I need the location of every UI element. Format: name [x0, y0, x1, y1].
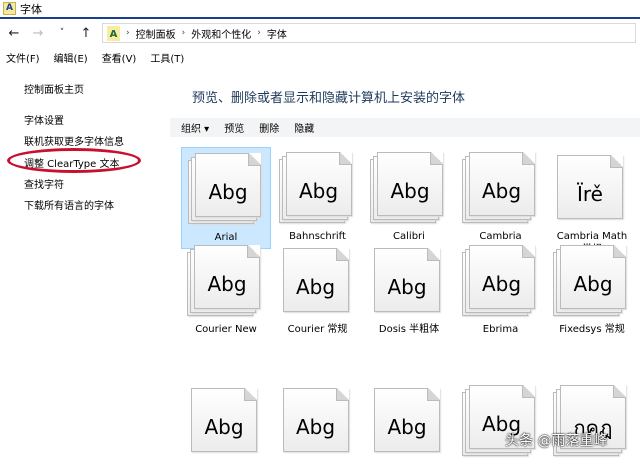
font-file-icon: Abg [560, 245, 626, 309]
font-item[interactable]: Abg Ebrima [456, 240, 546, 358]
font-name: Dosis 半粗体 [378, 324, 440, 335]
font-name: Courier New [195, 324, 257, 335]
font-sample: Abg [298, 179, 339, 203]
font-sample: Abg [295, 415, 336, 439]
font-sample: Ïrě [577, 182, 603, 206]
font-sample: Abg [208, 180, 248, 204]
font-file-icon: Abg [282, 248, 349, 312]
menu-tools[interactable]: 工具(T) [150, 50, 184, 65]
font-sample: Abg [204, 415, 244, 439]
font-file-icon: Abg [374, 248, 440, 312]
red-highlight-ellipse [7, 148, 141, 173]
font-name: Ebrima [482, 324, 519, 335]
breadcrumb-item[interactable]: 外观和个性化 [191, 26, 251, 41]
hide-button[interactable]: 隐藏 [294, 120, 314, 135]
menu-view[interactable]: 查看(V) [102, 50, 137, 65]
font-file-icon: Ïrě [557, 155, 623, 219]
address-bar[interactable]: A › 控制面板 › 外观和个性化 › 字体 [102, 23, 636, 43]
recent-locations-button[interactable]: ˅ [54, 28, 70, 38]
font-sample: Abg [573, 272, 613, 296]
font-file-icon: Abg [468, 245, 535, 309]
menu-edit[interactable]: 编辑(E) [54, 50, 88, 65]
back-button[interactable]: ← [6, 26, 22, 41]
font-sample: Abg [295, 275, 336, 299]
up-button[interactable]: ↑ [78, 26, 94, 41]
font-file-icon: Abg [468, 152, 535, 216]
font-item[interactable]: ÏrěCambria Math 常规 [547, 147, 637, 255]
font-file-icon: Abg [377, 152, 443, 216]
font-sample: Abg [207, 272, 247, 296]
breadcrumb-item[interactable]: 控制面板 [136, 26, 176, 41]
font-item[interactable]: Abg Courier New [181, 240, 271, 358]
font-sample: Abg [481, 272, 522, 296]
font-file-icon: Abg [374, 388, 440, 452]
fonts-folder-icon: A [107, 25, 120, 41]
font-item[interactable]: Abg [456, 380, 546, 470]
navigation-bar: ← → ˅ ↑ A › 控制面板 › 外观和个性化 › 字体 [0, 19, 640, 47]
font-item[interactable]: กคฎ [547, 380, 637, 470]
delete-button[interactable]: 删除 [259, 120, 279, 135]
sidebar-download-fonts[interactable]: 下载所有语言的字体 [24, 197, 114, 212]
menu-file[interactable]: 文件(F) [6, 50, 40, 65]
preview-button[interactable]: 预览 [224, 120, 244, 135]
font-sample: Abg [481, 179, 522, 203]
font-file-icon: Abg [285, 152, 352, 216]
font-item[interactable]: Abg [364, 380, 454, 470]
font-item[interactable]: Abg Courier 常规 [273, 240, 363, 358]
font-item[interactable]: Abg Dosis 半粗体 [364, 240, 454, 358]
font-item[interactable]: Abg Cambria [456, 147, 546, 249]
font-item[interactable]: Abg [273, 380, 363, 470]
font-file-icon: Abg [194, 245, 260, 309]
font-name: Courier 常规 [287, 324, 348, 335]
menu-bar: 文件(F) 编辑(E) 查看(V) 工具(T) [0, 47, 640, 67]
font-file-icon: Abg [282, 388, 349, 452]
font-item[interactable]: Abg [181, 380, 271, 470]
font-file-icon: Abg [195, 153, 261, 217]
font-sample: Abg [390, 179, 430, 203]
font-item[interactable]: Abg Calibri [364, 147, 454, 249]
sidebar-find-character[interactable]: 查找字符 [24, 176, 64, 191]
chevron-right-icon: › [126, 28, 130, 38]
font-sample: Abg [387, 415, 427, 439]
font-sample: Abg [387, 275, 427, 299]
chevron-right-icon: › [257, 28, 261, 38]
forward-button[interactable]: → [30, 26, 46, 41]
font-file-icon: Abg [191, 388, 257, 452]
fonts-folder-icon: A [3, 2, 16, 15]
page-heading: 预览、删除或者显示和隐藏计算机上安装的字体 [192, 91, 466, 106]
toolbar: 组织 ▾ 预览 删除 隐藏 [170, 118, 640, 137]
organize-button[interactable]: 组织 ▾ [181, 120, 209, 135]
font-item[interactable]: Abg Fixedsys 常规 [547, 240, 637, 358]
sidebar-home-link[interactable]: 控制面板主页 [24, 81, 84, 96]
window-title: 字体 [20, 2, 42, 16]
font-name: Fixedsys 常规 [559, 324, 625, 335]
sidebar-online-font-info[interactable]: 联机获取更多字体信息 [24, 133, 124, 148]
font-item[interactable]: Abg Arial [181, 147, 271, 249]
font-item[interactable]: Abg Bahnschrift [273, 147, 363, 249]
chevron-right-icon: › [181, 28, 186, 38]
main-pane: 预览、删除或者显示和隐藏计算机上安装的字体 组织 ▾ 预览 删除 隐藏 Abg A… [170, 75, 640, 461]
sidebar-font-settings[interactable]: 字体设置 [24, 112, 64, 127]
title-bar: A 字体 [0, 0, 640, 19]
breadcrumb-item[interactable]: 字体 [267, 26, 287, 41]
watermark: 头条 @雨落重峰 [505, 433, 608, 449]
